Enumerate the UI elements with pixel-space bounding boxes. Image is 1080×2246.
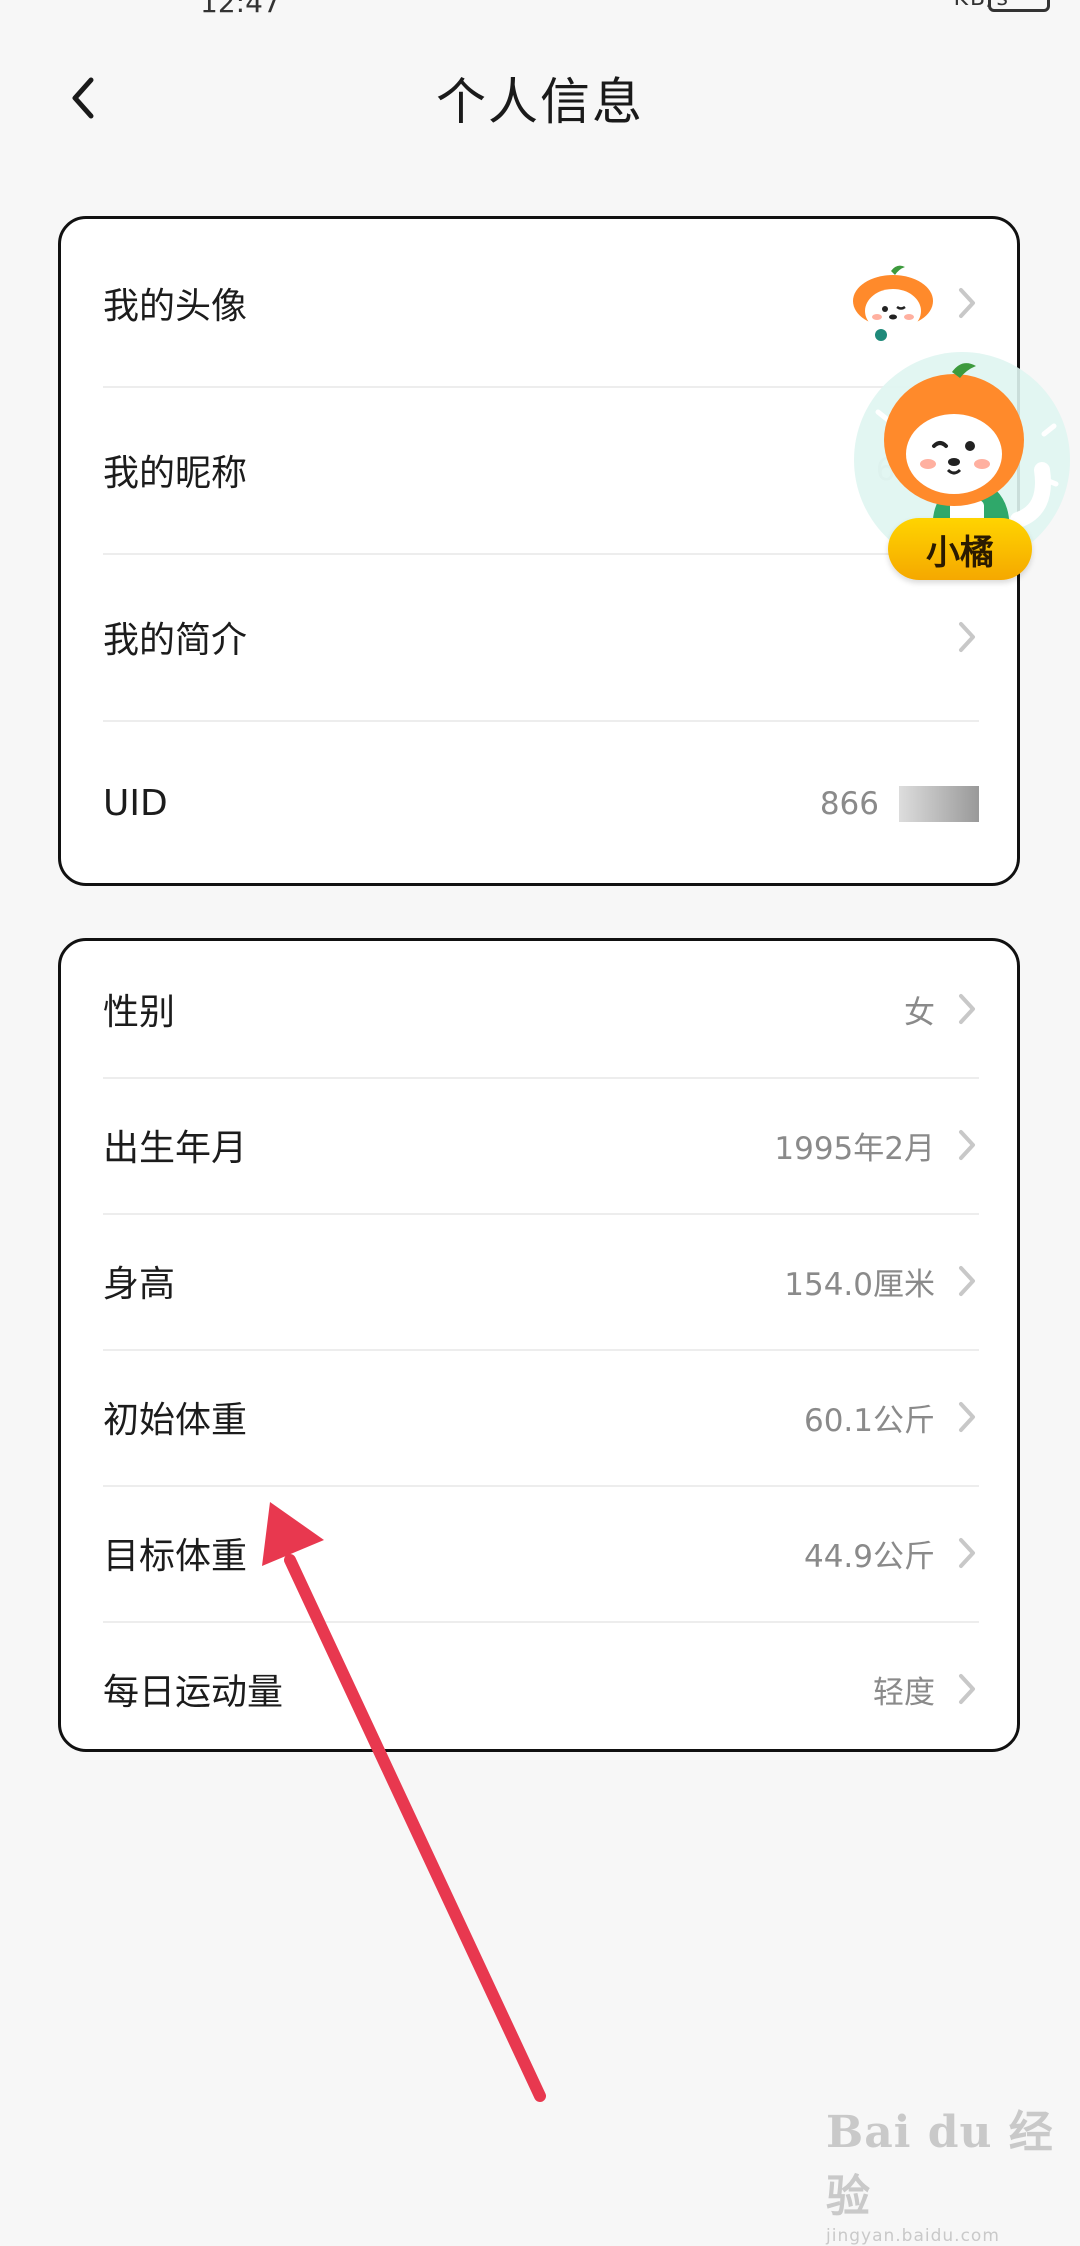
page-title: 个人信息: [436, 73, 644, 131]
row-value: 女: [904, 994, 935, 1031]
chevron-right-icon: [955, 1397, 979, 1437]
watermark-sub: jingyan.baidu.com: [826, 2226, 1000, 2246]
row-label: UID: [103, 783, 168, 824]
row-label: 我的昵称: [103, 452, 248, 494]
row-initial-weight[interactable]: 初始体重 60.1公斤: [61, 1349, 1017, 1485]
chevron-right-icon: [955, 1533, 979, 1573]
row-value: 44.9公斤: [803, 1538, 935, 1575]
row-label: 性别: [103, 992, 176, 1033]
row-label: 初始体重: [103, 1400, 248, 1441]
row-value: 60.1公斤: [803, 1402, 935, 1439]
body-info-card: 性别 女 出生年月 1995年2月 身高 154.0厘米 初始体重 60.1公斤: [58, 938, 1020, 1752]
redacted-block: [899, 785, 979, 822]
row-value: 轻度: [873, 1674, 935, 1711]
chevron-right-icon: [955, 617, 979, 657]
status-time: 12:47: [200, 0, 281, 19]
battery-icon: [988, 0, 1050, 12]
row-birth[interactable]: 出生年月 1995年2月: [61, 1077, 1017, 1213]
chevron-right-icon: [955, 989, 979, 1029]
header: 个人信息: [0, 40, 1080, 160]
row-value: 866: [819, 785, 879, 822]
row-uid: UID 866: [61, 720, 1017, 883]
avatar: [853, 265, 933, 341]
mascot-label[interactable]: 小橘: [888, 518, 1032, 580]
row-target-weight[interactable]: 目标体重 44.9公斤: [61, 1485, 1017, 1621]
chevron-right-icon: [955, 1669, 979, 1709]
row-label: 我的头像: [103, 285, 248, 327]
row-height[interactable]: 身高 154.0厘米: [61, 1213, 1017, 1349]
watermark: Bai du 经验 jingyan.baidu.com: [826, 2096, 1066, 2246]
chevron-right-icon: [955, 283, 979, 323]
status-bar: 12:47 KB/s: [0, 0, 1080, 20]
row-label: 目标体重: [103, 1536, 248, 1577]
row-value: 154.0厘米: [784, 1266, 935, 1303]
row-label: 出生年月: [103, 1128, 248, 1169]
row-gender[interactable]: 性别 女: [61, 941, 1017, 1077]
watermark-main: Bai du 经验: [826, 2107, 1054, 2222]
row-daily-activity[interactable]: 每日运动量 轻度: [61, 1621, 1017, 1749]
chevron-right-icon: [955, 1261, 979, 1301]
row-label: 我的简介: [103, 619, 248, 661]
row-label: 每日运动量: [103, 1672, 284, 1713]
row-value: 1995年2月: [774, 1130, 935, 1167]
row-label: 身高: [103, 1264, 176, 1305]
chevron-right-icon: [955, 1125, 979, 1165]
